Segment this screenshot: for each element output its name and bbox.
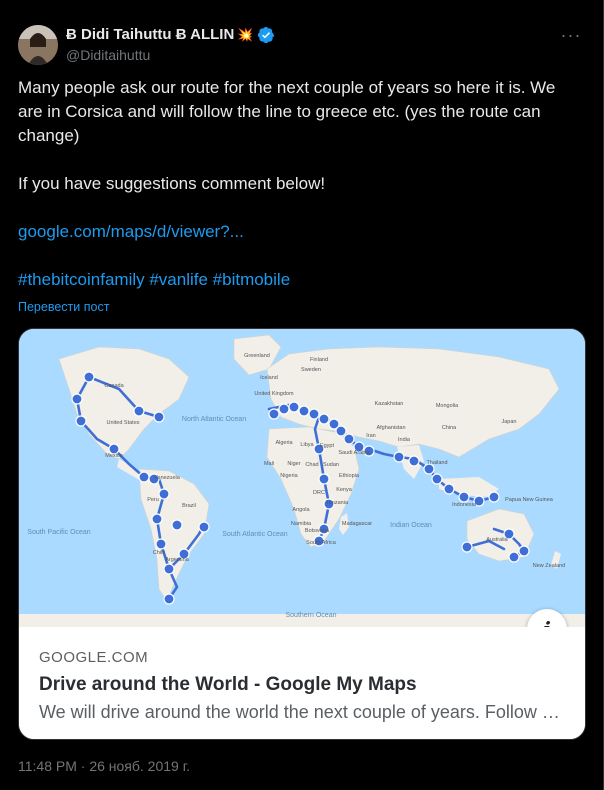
map-label-angola: Angola: [292, 507, 310, 513]
translate-link[interactable]: Перевести пост: [18, 300, 109, 314]
map-label-sudan: Sudan: [323, 462, 339, 468]
tweet: Ƀ Didi Taihuttu Ƀ ALLIN 💥 @Diditaihuttu …: [0, 0, 604, 790]
card-body[interactable]: GOOGLE.COM Drive around the World - Goog…: [19, 627, 585, 739]
map-label-thailand: Thailand: [426, 460, 447, 466]
tweet-url-link[interactable]: google.com/maps/d/viewer?...: [18, 220, 584, 244]
map-thumbnail[interactable]: North Atlantic Ocean South Pacific Ocean…: [19, 329, 585, 627]
map-label-kenya: Kenya: [336, 487, 353, 493]
map-label-indian: Indian Ocean: [390, 522, 432, 529]
map-label-saudi-arabia: Saudi Arabia: [338, 450, 370, 456]
map-label-botswana: Botswana: [305, 528, 330, 534]
map-label-nigeria: Nigeria: [280, 473, 298, 479]
map-label-drc: DRC: [313, 490, 325, 496]
map-label-japan: Japan: [502, 419, 517, 425]
map-label-libya: Libya: [300, 442, 314, 448]
map-label-algeria: Algeria: [275, 440, 293, 446]
map-label-mali: Mali: [264, 461, 274, 467]
author-handle[interactable]: @Diditaihuttu: [66, 46, 275, 64]
map-label-south-pacific: South Pacific Ocean: [27, 529, 91, 536]
map-label-finland: Finland: [310, 357, 328, 363]
map-label-india: India: [398, 437, 411, 443]
map-label-kazakhstan: Kazakhstan: [375, 401, 404, 407]
map-label-south-atlantic: South Atlantic Ocean: [222, 531, 287, 538]
card-description: We will drive around the world the next …: [39, 702, 567, 722]
tweet-line-1: Many people ask our route for the next c…: [18, 78, 556, 145]
map-label-venezuela: Venezuela: [154, 475, 181, 481]
map-label-mexico: Mexico: [105, 453, 122, 459]
map-label-niger: Niger: [287, 461, 300, 467]
map-label-sweden: Sweden: [301, 367, 321, 373]
display-name-row[interactable]: Ƀ Didi Taihuttu Ƀ ALLIN 💥: [66, 26, 275, 44]
map-label-north-atlantic: North Atlantic Ocean: [182, 416, 246, 423]
map-label-egypt: Egypt: [320, 443, 335, 449]
avatar[interactable]: [18, 25, 58, 65]
map-label-greenland: Greenland: [244, 353, 270, 359]
more-dots-icon[interactable]: ···: [556, 24, 586, 54]
author-names: Ƀ Didi Taihuttu Ƀ ALLIN 💥 @Diditaihuttu: [66, 26, 275, 64]
tweet-header: Ƀ Didi Taihuttu Ƀ ALLIN 💥 @Diditaihuttu …: [18, 22, 586, 66]
map-label-southern: Southern Ocean: [286, 612, 337, 619]
map-label-united-states: United States: [106, 420, 139, 426]
map-label-tanzania: Tanzania: [326, 500, 349, 506]
map-label-papua-new-guinea: Papua New Guinea: [505, 497, 554, 503]
card-domain: GOOGLE.COM: [39, 649, 149, 666]
card-title[interactable]: Drive around the World - Google My Maps: [39, 673, 567, 697]
map-label-afghanistan: Afghanistan: [376, 425, 405, 431]
map-label-united-kingdom: United Kingdom: [254, 391, 294, 397]
map-label-canada: Canada: [104, 383, 124, 389]
map-label-iceland: Iceland: [260, 375, 278, 381]
map-label-ethiopia: Ethiopia: [339, 473, 360, 479]
map-label-south-africa: South Africa: [306, 540, 337, 546]
map-label-new-zealand: New Zealand: [533, 563, 565, 569]
map-label-brazil: Brazil: [182, 503, 196, 509]
map-label-madagascar: Madagascar: [342, 521, 372, 527]
tweet-line-2: If you have suggestions comment below!: [18, 174, 326, 193]
map-label-namibia: Namibia: [291, 521, 312, 527]
tweet-timestamp[interactable]: 11:48 PM · 26 нояб. 2019 г.: [18, 758, 190, 774]
map-label-australia: Australia: [486, 537, 508, 543]
map-label-china: China: [442, 425, 457, 431]
verified-badge-icon: [257, 26, 274, 44]
map-label-indonesia: Indonesia: [452, 502, 477, 508]
map-label-chile: Chile: [153, 550, 166, 556]
map-label-peru: Peru: [147, 497, 159, 503]
tweet-hashtags[interactable]: #thebitcoinfamily #vanlife #bitmobile: [18, 268, 584, 292]
map-label-argentina: Argentina: [165, 557, 189, 563]
tweet-text: Many people ask our route for the next c…: [18, 76, 584, 292]
link-card[interactable]: North Atlantic Ocean South Pacific Ocean…: [18, 328, 586, 740]
world-map: North Atlantic Ocean South Pacific Ocean…: [19, 329, 585, 627]
map-label-mongolia: Mongolia: [436, 403, 459, 409]
map-label-chad: Chad: [305, 462, 318, 468]
map-label-iran: Iran: [366, 433, 375, 439]
spark-emoji: 💥: [237, 27, 254, 42]
display-name[interactable]: Ƀ Didi Taihuttu Ƀ ALLIN: [66, 26, 234, 44]
